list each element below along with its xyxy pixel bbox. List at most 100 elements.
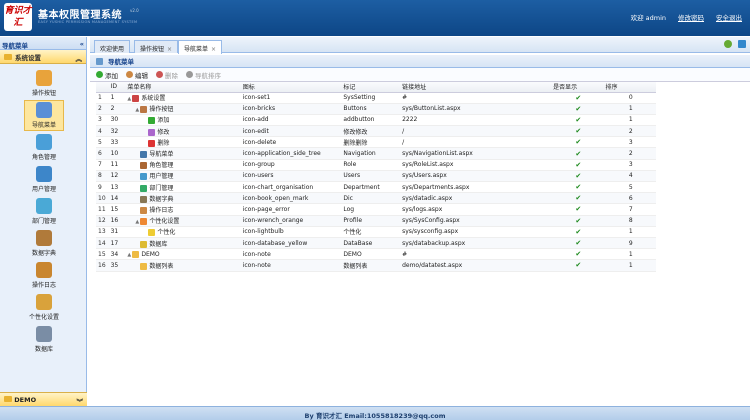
table-row[interactable]: 11 15 操作日志 icon-page_error Log sys/logs.aspx ✔… bbox=[96, 203, 656, 216]
tag-cell: Profile bbox=[341, 215, 401, 227]
menu-name-text: 数据库 bbox=[149, 240, 168, 248]
name-cell: 部门管理 bbox=[125, 181, 241, 194]
add-icon bbox=[96, 71, 103, 78]
row-number-cell: 16 bbox=[96, 259, 109, 272]
sidebar-group-demo[interactable]: DEMO ︾ bbox=[0, 392, 87, 406]
col-tag[interactable]: 标记 bbox=[341, 82, 401, 93]
order-button[interactable]: 导航排序 bbox=[186, 70, 221, 80]
group-label: 系统设置 bbox=[15, 53, 41, 62]
show-checkmark-icon: ✔ bbox=[551, 159, 604, 171]
col-icon[interactable]: 图标 bbox=[240, 82, 342, 93]
url-cell: 2222 bbox=[400, 114, 552, 127]
col-id[interactable]: ID bbox=[108, 82, 126, 93]
menu-item-icon bbox=[140, 173, 148, 181]
add-button[interactable]: 添加 bbox=[96, 70, 118, 80]
tab-buttons[interactable]: 操作按钮 × bbox=[134, 40, 179, 53]
name-cell: 修改 bbox=[125, 125, 241, 138]
menu-name-text: 数据字典 bbox=[149, 195, 174, 203]
menu-name-text: 修改 bbox=[157, 128, 170, 136]
sidebar-item-4[interactable]: 用户管理 bbox=[24, 164, 64, 195]
change-password-link[interactable]: 修改密码 bbox=[678, 12, 704, 22]
tab-label: 欢迎使用 bbox=[100, 46, 125, 53]
sidebar-item-2[interactable]: 导航菜单 bbox=[24, 100, 64, 131]
col-url[interactable]: 链接地址 bbox=[400, 82, 552, 93]
table-row[interactable]: 15 34 ▲ DEMO icon-note DEMO # ✔ 1 bbox=[96, 248, 656, 261]
role-icon bbox=[36, 134, 52, 150]
collapse-icon[interactable]: « bbox=[80, 40, 84, 48]
name-cell: 个性化 bbox=[125, 226, 241, 238]
dictionary-icon bbox=[36, 230, 52, 246]
row-number-cell: 3 bbox=[96, 114, 109, 127]
tag-cell: SysSetting bbox=[341, 92, 401, 104]
sidebar-item-5[interactable]: 部门管理 bbox=[24, 196, 64, 227]
url-cell: sys/logs.aspx bbox=[400, 203, 552, 216]
name-cell: 操作日志 bbox=[125, 203, 241, 216]
name-cell: 用户管理 bbox=[125, 170, 241, 183]
table-row[interactable]: 3 30 添加 icon-add addbutton 2222 ✔ 1 bbox=[96, 114, 656, 127]
table-row[interactable]: 14 17 数据库 icon-database_yellow DataBase sys/d… bbox=[96, 237, 656, 250]
table-row[interactable]: 2 2 ▲ 操作按钮 icon-bricks Buttons sys/ButtonList.… bbox=[96, 103, 656, 115]
table-row[interactable]: 7 11 角色管理 icon-group Role sys/RoleList.aspx ✔ 3 bbox=[96, 159, 656, 171]
menu-item-icon bbox=[148, 139, 156, 147]
sidebar-item-6[interactable]: 数据字典 bbox=[24, 228, 64, 259]
col-sort[interactable]: 排序 bbox=[603, 82, 656, 93]
delete-icon bbox=[156, 71, 163, 78]
show-checkmark-icon: ✔ bbox=[551, 136, 604, 149]
menu-name-text: 导航菜单 bbox=[149, 151, 174, 159]
close-icon[interactable]: × bbox=[211, 46, 216, 53]
sort-cell: 1 bbox=[603, 226, 656, 238]
row-number-cell: 14 bbox=[96, 237, 109, 250]
sort-cell: 1 bbox=[603, 114, 656, 127]
fullscreen-icon[interactable] bbox=[738, 40, 746, 48]
menu-item-icon bbox=[148, 128, 156, 136]
table-row[interactable]: 6 10 导航菜单 icon-application_side_tree Navigat… bbox=[96, 147, 656, 160]
close-icon[interactable]: × bbox=[167, 46, 172, 53]
icon-cell: icon-note bbox=[240, 259, 342, 272]
menu-item-icon bbox=[140, 151, 148, 159]
tab-navigation[interactable]: 导航菜单 × bbox=[178, 40, 223, 54]
menu-item-icon bbox=[140, 106, 148, 114]
url-cell: / bbox=[400, 125, 552, 138]
menu-item-icon bbox=[148, 229, 156, 237]
refresh-icon[interactable] bbox=[724, 40, 732, 48]
table-row[interactable]: 13 31 个性化 icon-lightbulb 个性化 sys/sysconfig.as… bbox=[96, 226, 656, 238]
delete-button[interactable]: 删除 bbox=[156, 70, 178, 80]
buttons-icon bbox=[36, 70, 52, 86]
table-row[interactable]: 4 32 修改 icon-edit 修改修改 / ✔ 2 bbox=[96, 125, 656, 138]
url-cell: sys/NavigationList.aspx bbox=[400, 147, 552, 160]
sidebar-item-1[interactable]: 操作按钮 bbox=[24, 68, 64, 99]
id-cell: 1 bbox=[108, 92, 126, 104]
table-row[interactable]: 16 35 数据列表 icon-note 数据列表 demo/datatest.aspx ✔… bbox=[96, 259, 656, 272]
col-name[interactable]: 菜单名称 bbox=[125, 82, 241, 93]
folder-icon bbox=[4, 396, 12, 402]
table-row[interactable]: 8 12 用户管理 icon-users Users sys/Users.aspx ✔ 4 bbox=[96, 170, 656, 183]
table-row[interactable]: 12 16 ▲ 个性化设置 icon-wrench_orange Profile sys/S… bbox=[96, 215, 656, 227]
table-row[interactable]: 9 13 部门管理 icon-chart_organisation Department… bbox=[96, 181, 656, 194]
menu-item-icon bbox=[140, 162, 148, 170]
table-row[interactable]: 5 33 删除 icon-delete 删除删除 / ✔ 3 bbox=[96, 136, 656, 149]
sidebar-item-9[interactable]: 数据库 bbox=[24, 324, 64, 355]
menu-name-text: 部门管理 bbox=[149, 184, 174, 192]
id-cell: 30 bbox=[108, 114, 126, 127]
table-row[interactable]: 1 1 ▲ 系统设置 icon-set1 SysSetting # ✔ 0 bbox=[96, 92, 656, 104]
sidebar-group-system[interactable]: 系统设置 ︽ bbox=[0, 50, 86, 64]
show-checkmark-icon: ✔ bbox=[551, 203, 604, 216]
table-row[interactable]: 10 14 数据字典 icon-book_open_mark Dic sys/datadi… bbox=[96, 192, 656, 205]
panel-title: 导航菜单 bbox=[90, 55, 750, 68]
tab-label: 导航菜单 bbox=[184, 46, 209, 53]
menu-name-text: 添加 bbox=[157, 117, 170, 125]
sidebar-item-3[interactable]: 角色管理 bbox=[24, 132, 64, 163]
url-cell: sys/datadic.aspx bbox=[400, 192, 552, 205]
tab-welcome[interactable]: 欢迎使用 bbox=[94, 40, 131, 53]
sidebar-item-label: 数据字典 bbox=[31, 250, 56, 257]
sidebar-item-8[interactable]: 个性化设置 bbox=[24, 292, 64, 323]
show-checkmark-icon: ✔ bbox=[551, 147, 604, 160]
menu-item-icon bbox=[132, 250, 140, 258]
edit-button[interactable]: 编辑 bbox=[126, 70, 148, 80]
logout-link[interactable]: 安全退出 bbox=[716, 12, 742, 22]
col-show[interactable]: 是否显示 bbox=[551, 82, 604, 93]
id-cell: 16 bbox=[108, 215, 126, 227]
menu-name-text: DEMO bbox=[141, 250, 160, 258]
sort-cell: 1 bbox=[603, 248, 656, 261]
sidebar-item-7[interactable]: 操作日志 bbox=[24, 260, 64, 291]
